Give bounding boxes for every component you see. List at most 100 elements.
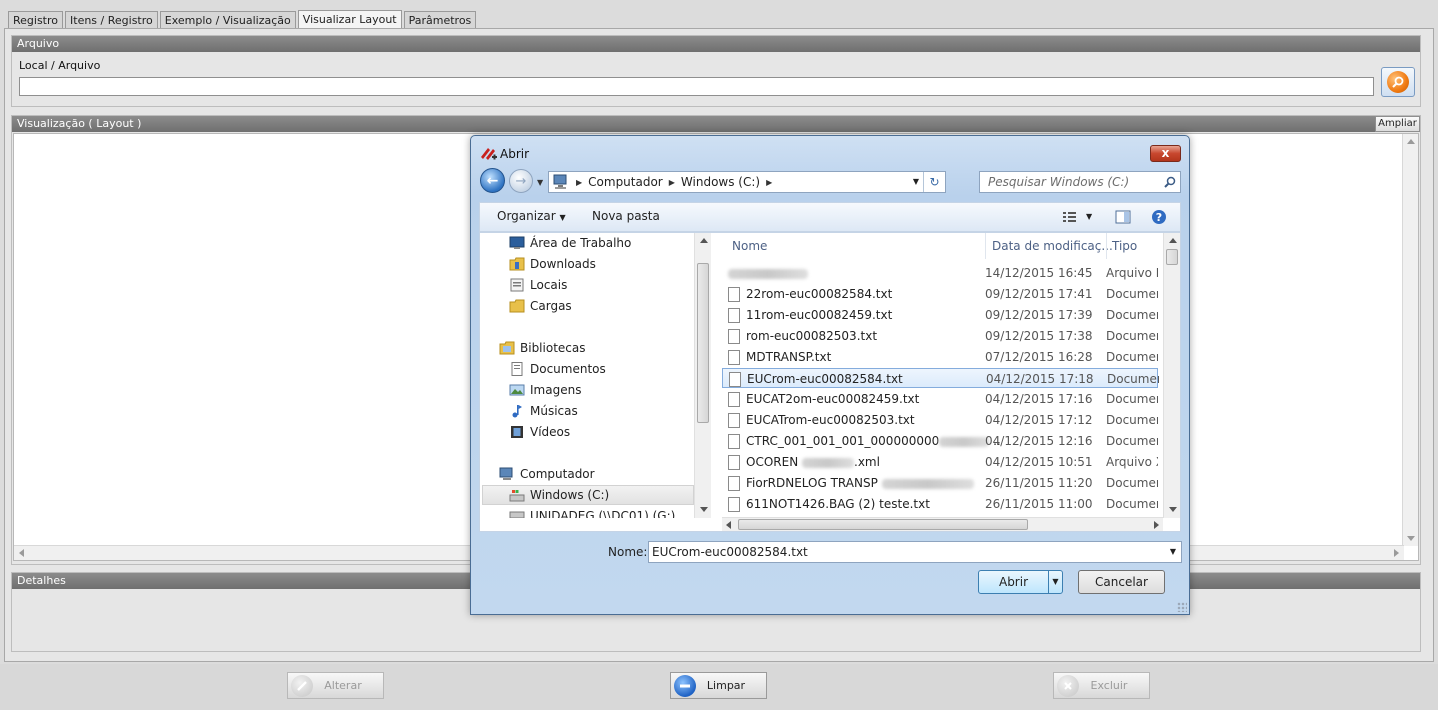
file-row[interactable]: 14/12/2015 16:45 Arquivo RE (722, 263, 1158, 283)
blurred-filename (802, 457, 854, 468)
nav-label: Bibliotecas (520, 341, 586, 355)
tab-parametros[interactable]: Parâmetros (403, 11, 477, 29)
nav-item-bibliotecas[interactable]: Bibliotecas (499, 338, 585, 358)
open-button[interactable]: Abrir ▼ (978, 570, 1063, 594)
file-hscroll-thumb[interactable] (738, 519, 1028, 530)
file-row[interactable]: rom-euc00082503.txt 09/12/2015 17:38 Doc… (722, 326, 1158, 346)
preview-vertical-scrollbar[interactable] (1402, 134, 1418, 546)
alterar-label: Alterar (324, 679, 362, 692)
scroll-up-icon[interactable] (1169, 238, 1177, 243)
organize-menu[interactable]: Organizar ▼ (497, 209, 566, 223)
network-drive-icon (509, 511, 525, 518)
back-button[interactable]: ← (480, 168, 505, 193)
scroll-down-icon[interactable] (1169, 507, 1177, 512)
resize-grip-icon[interactable] (1177, 602, 1187, 612)
text-file-icon (728, 434, 740, 449)
nav-item-cargas[interactable]: Cargas (509, 296, 572, 316)
alterar-button[interactable]: Alterar (287, 672, 384, 699)
view-options-icon[interactable] (1062, 211, 1078, 223)
tab-exemplo-visualizacao[interactable]: Exemplo / Visualização (159, 11, 296, 29)
file-path-input[interactable] (19, 77, 1374, 96)
file-list-vertical-scrollbar[interactable] (1163, 233, 1180, 518)
chevron-down-icon[interactable]: ▼ (913, 177, 919, 186)
search-input[interactable]: Pesquisar Windows (C:) (979, 171, 1181, 193)
refresh-icon[interactable]: ↻ (923, 172, 945, 192)
nav-item-area-de-trabalho[interactable]: Área de Trabalho (509, 233, 631, 253)
nav-item-documentos[interactable]: Documentos (509, 359, 606, 379)
browse-button[interactable] (1381, 67, 1415, 97)
scroll-down-icon[interactable] (1407, 536, 1415, 541)
file-name: 11rom-euc00082459.txt (746, 308, 893, 322)
file-scroll-thumb[interactable] (1166, 249, 1178, 265)
recent-locations-dropdown[interactable]: ▼ (537, 178, 543, 187)
file-row[interactable]: CTRC_001_001_001_000000000 .. 04/12/2015… (722, 431, 1158, 451)
file-type: Document (1106, 413, 1158, 427)
tab-registro[interactable]: Registro (8, 11, 64, 29)
column-header-date[interactable]: Data de modificaç... (992, 233, 1113, 259)
file-date: 14/12/2015 16:45 (985, 266, 1093, 280)
forward-button[interactable]: → (509, 169, 533, 193)
ampliar-button[interactable]: Ampliar (1375, 116, 1420, 132)
tab-itens-registro[interactable]: Itens / Registro (65, 11, 158, 29)
chevron-down-icon[interactable]: ▼ (1170, 547, 1176, 556)
tab-visualizar-layout[interactable]: Visualizar Layout (297, 10, 402, 29)
nav-item-unidadeg[interactable]: UNIDADEG (\\DC01) (G:) (509, 506, 675, 518)
file-row[interactable]: OCOREN .xml 04/12/2015 10:51 Arquivo XI (722, 452, 1158, 472)
nav-item-downloads[interactable]: Downloads (509, 254, 596, 274)
arrow-right-icon: → (515, 173, 527, 189)
file-row[interactable]: 11rom-euc00082459.txt 09/12/2015 17:39 D… (722, 305, 1158, 325)
column-header-name[interactable]: Nome (732, 233, 767, 259)
nav-item-computador[interactable]: Computador (499, 464, 595, 484)
file-row[interactable]: 22rom-euc00082584.txt 09/12/2015 17:41 D… (722, 284, 1158, 304)
chevron-down-icon[interactable]: ▼ (1086, 212, 1092, 221)
address-bar[interactable]: ▶ Computador ▶ Windows (C:) ▶ ▼ ↻ (548, 171, 946, 193)
scroll-left-icon[interactable] (19, 549, 24, 557)
svg-text:?: ? (1156, 211, 1162, 224)
scroll-up-icon[interactable] (700, 238, 708, 243)
nav-scroll-thumb[interactable] (697, 263, 709, 423)
nav-item-locais[interactable]: Locais (509, 275, 567, 295)
excluir-button[interactable]: Excluir (1053, 672, 1150, 699)
help-icon[interactable]: ? (1151, 209, 1167, 225)
file-type: Document (1106, 497, 1158, 511)
file-row[interactable]: MDTRANSP.txt 07/12/2015 16:28 Document (722, 347, 1158, 367)
text-file-icon (729, 372, 741, 387)
cancel-button[interactable]: Cancelar (1078, 570, 1165, 594)
limpar-button[interactable]: Limpar (670, 672, 767, 699)
file-row-selected[interactable]: EUCrom-euc00082584.txt 04/12/2015 17:18 … (722, 368, 1159, 388)
scroll-left-icon[interactable] (726, 521, 731, 529)
text-file-icon (728, 287, 740, 302)
blurred-filename (881, 478, 974, 489)
nav-item-windows-c[interactable]: Windows (C:) (482, 485, 694, 505)
scroll-up-icon[interactable] (1407, 139, 1415, 144)
nav-pane-scrollbar[interactable] (694, 233, 711, 518)
nav-item-videos[interactable]: Vídeos (509, 422, 570, 442)
scroll-right-icon[interactable] (1394, 549, 1399, 557)
new-folder-button[interactable]: Nova pasta (592, 209, 660, 223)
breadcrumb-computador[interactable]: Computador (582, 175, 669, 189)
filename-label: Nome: (608, 545, 648, 559)
nav-item-musicas[interactable]: Músicas (509, 401, 578, 421)
file-type: Document (1106, 434, 1158, 448)
file-type: Document (1106, 308, 1158, 322)
file-list-horizontal-scrollbar[interactable] (722, 517, 1163, 531)
column-divider[interactable] (1106, 233, 1107, 259)
file-row[interactable]: 611NOT1426.BAG (2) teste.txt 26/11/2015 … (722, 494, 1158, 514)
file-row[interactable]: FiorRDNELOG TRANSP 26/11/2015 11:20 Docu… (722, 473, 1158, 493)
column-header-type[interactable]: Tipo (1112, 233, 1137, 259)
dialog-content: Área de Trabalho Downloads Locais Cargas… (479, 232, 1181, 532)
preview-pane-icon[interactable] (1115, 209, 1131, 225)
nav-item-imagens[interactable]: Imagens (509, 380, 581, 400)
minus-icon (674, 674, 696, 697)
nav-label: Cargas (530, 299, 572, 313)
close-button[interactable]: x (1150, 145, 1181, 162)
filename-input[interactable]: EUCrom-euc00082584.txt ▼ (648, 541, 1182, 563)
breadcrumb-windows-c[interactable]: Windows (C:) (675, 175, 766, 189)
column-divider[interactable] (985, 233, 986, 259)
scroll-down-icon[interactable] (700, 507, 708, 512)
chevron-down-icon[interactable]: ▼ (1048, 571, 1062, 593)
file-row[interactable]: EUCAT2om-euc00082459.txt 04/12/2015 17:1… (722, 389, 1158, 409)
scroll-right-icon[interactable] (1154, 521, 1159, 529)
recent-places-icon (510, 278, 524, 292)
file-row[interactable]: EUCATrom-euc00082503.txt 04/12/2015 17:1… (722, 410, 1158, 430)
